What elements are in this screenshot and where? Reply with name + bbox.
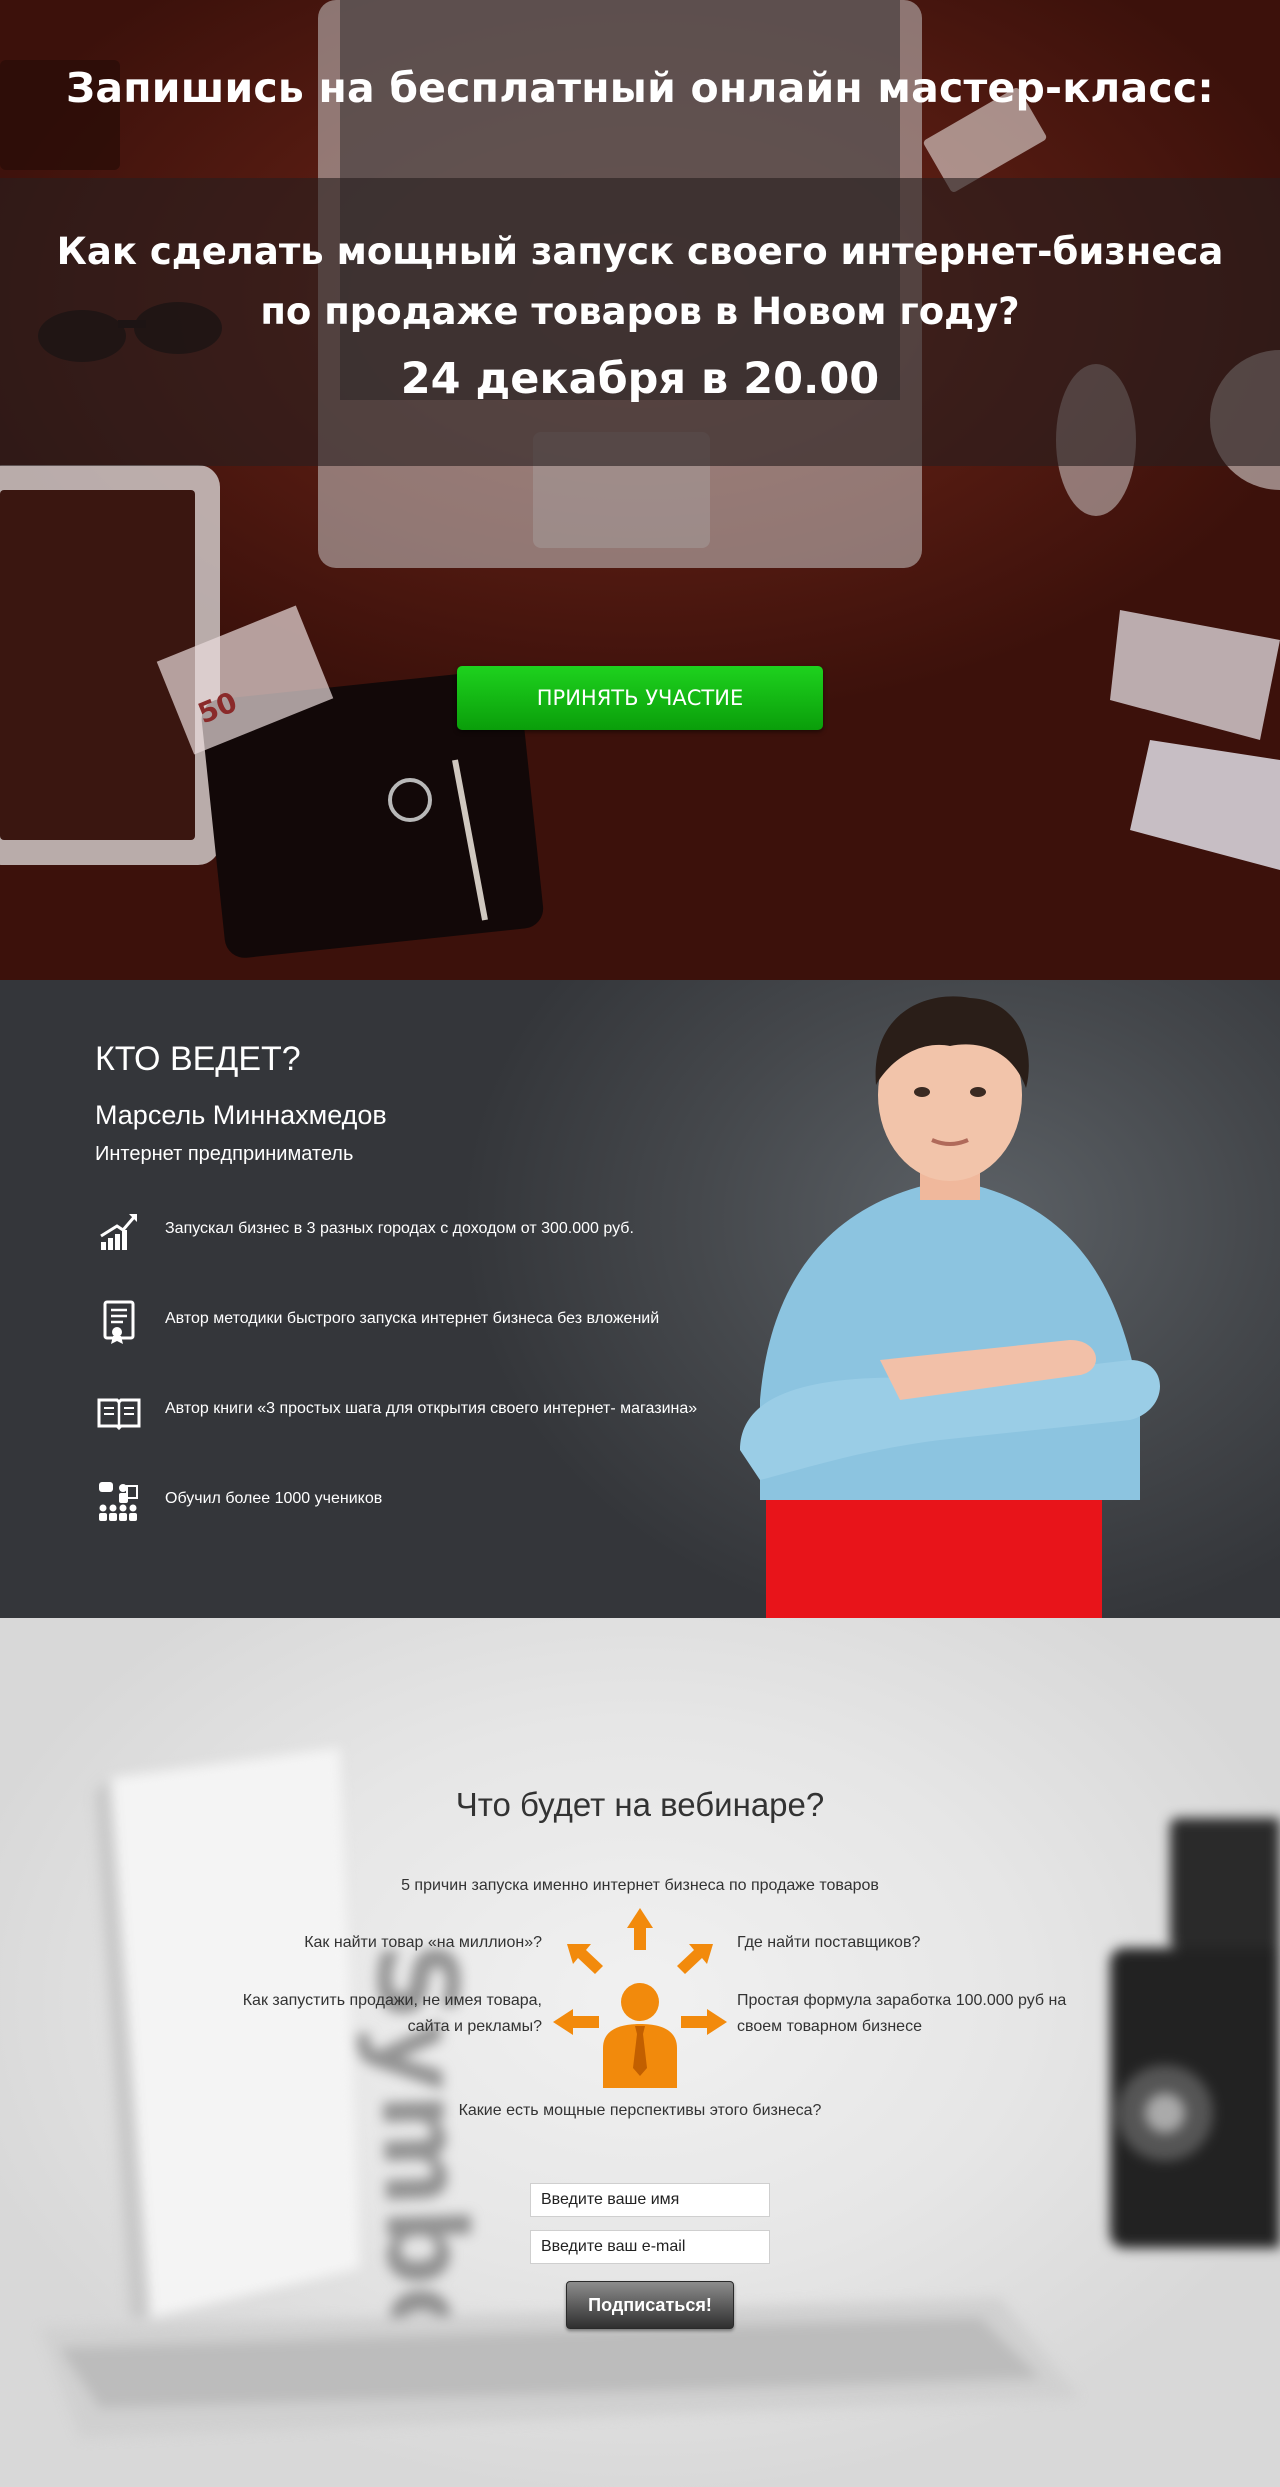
event-date: 24 декабря в 20.00 — [400, 354, 880, 404]
topic-right-1: Где найти поставщиков? — [737, 1934, 921, 1951]
growth-chart-icon — [100, 1214, 137, 1250]
topic-right-2: Простая формула заработка 100.000 руб на… — [737, 1992, 1067, 2035]
topic-top: 5 причин запуска именно интернет бизнеса… — [401, 1877, 879, 1894]
hero-section: 50 Запишись на бесплатный онлайн мастер-… — [0, 0, 1280, 980]
participate-button[interactable]: ПРИНЯТЬ УЧАСТИЕ — [457, 666, 823, 730]
feature-item: Автор методики быстрого запуска интернет… — [95, 1298, 795, 1348]
businessman-arrows-icon — [553, 1908, 727, 2088]
topic-left-2: Как запустить продажи, не имея товара, с… — [242, 1992, 542, 2035]
feature-text: Запускал бизнес в 3 разных городах с дох… — [165, 1220, 634, 1237]
feature-item: Запускал бизнес в 3 разных городах с дох… — [95, 1208, 795, 1258]
subscribe-button[interactable]: Подписаться! — [566, 2281, 734, 2329]
audience-icon — [99, 1482, 138, 1521]
webinar-title: Что будет на вебинаре? — [455, 1786, 825, 1823]
feature-item: Автор книги «3 простых шага для открытия… — [95, 1388, 795, 1438]
hero-subtitle-line-2: по продаже товаров в Новом году? — [260, 290, 1020, 333]
feature-text: Автор книги «3 простых шага для открытия… — [165, 1400, 698, 1417]
open-book-icon — [97, 1398, 141, 1431]
feature-text: Автор методики быстрого запуска интернет… — [165, 1310, 660, 1327]
presenter-heading: КТО ВЕДЕТ? — [95, 1040, 301, 1078]
webinar-section: Symbol Что будет на вебинаре? 5 причин з… — [0, 1618, 1280, 2487]
hero-title: Запишись на бесплатный онлайн мастер-кла… — [66, 64, 1214, 112]
presenter-name: Марсель Миннахмедов — [95, 1100, 387, 1130]
email-input[interactable] — [530, 2230, 770, 2264]
presenter-role: Интернет предприниматель — [95, 1143, 354, 1165]
hero-subtitle-line-1: Как сделать мощный запуск своего интерне… — [56, 230, 1224, 273]
certificate-icon — [103, 1300, 135, 1344]
name-input[interactable] — [530, 2183, 770, 2217]
topic-bottom: Какие есть мощные перспективы этого бизн… — [458, 2102, 822, 2119]
presenter-section: КТО ВЕДЕТ? Марсель Миннахмедов Интернет … — [0, 980, 1280, 1618]
hero-desk-background: 50 — [0, 0, 1280, 958]
feature-text: Обучил более 1000 учеников — [165, 1490, 383, 1507]
feature-item: Обучил более 1000 учеников — [95, 1478, 795, 1528]
topic-left-1: Как найти товар «на миллион»? — [304, 1934, 542, 1951]
hero-subtitle: Как сделать мощный запуск своего интерне… — [0, 222, 1280, 342]
